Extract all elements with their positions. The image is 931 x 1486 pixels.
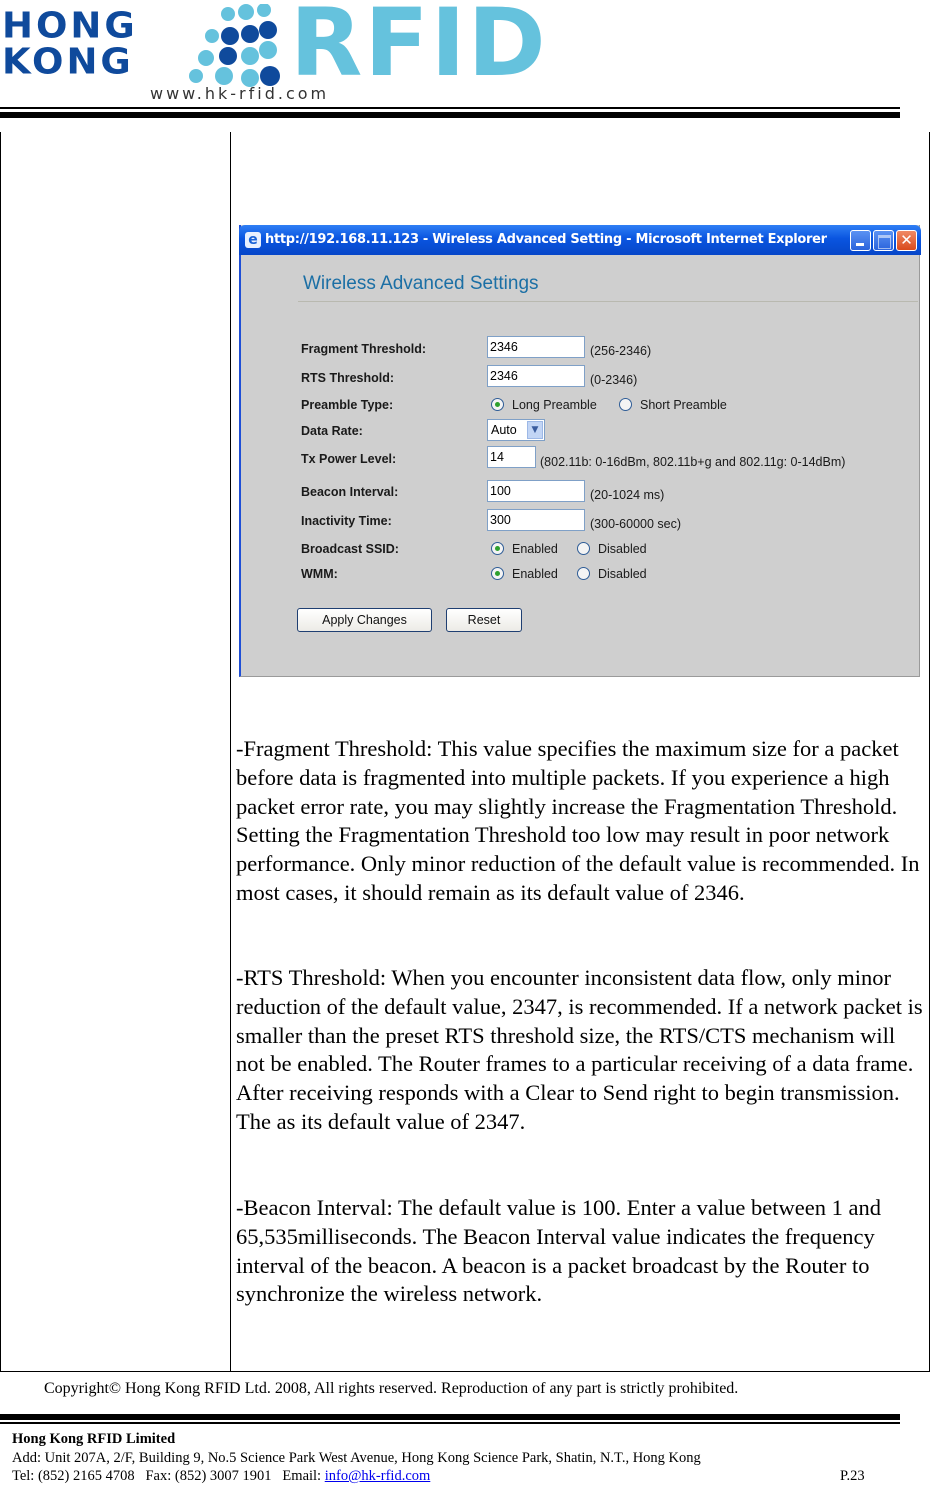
long-preamble-radio[interactable] <box>491 398 504 411</box>
table-border-left <box>0 132 1 1372</box>
rts-threshold-label: RTS Threshold: <box>301 371 395 385</box>
company-contact: Tel: (852) 2165 4708 Fax: (852) 3007 190… <box>12 1467 430 1485</box>
broadcast-ssid-disabled-label: Disabled <box>598 542 647 556</box>
chevron-down-icon[interactable]: ▼ <box>527 421 543 439</box>
company-logo: HONG KONG RFID www.hk-rfid.com <box>0 0 546 108</box>
wmm-disabled-label: Disabled <box>598 567 647 581</box>
table-border-right <box>929 132 930 1372</box>
data-rate-select[interactable]: Auto ▼ <box>487 419 545 441</box>
close-button[interactable]: ✕ <box>896 230 917 251</box>
email-link[interactable]: info@hk-rfid.com <box>325 1468 431 1484</box>
close-icon: ✕ <box>900 231 913 249</box>
header-rule-thin <box>0 107 900 109</box>
copyright-notice: Copyright© Hong Kong RFID Ltd. 2008, All… <box>44 1380 739 1397</box>
beacon-interval-description: -Beacon Interval: The default value is 1… <box>236 1195 881 1307</box>
preamble-type-label: Preamble Type: <box>301 398 394 412</box>
logo-line-kong: KONG <box>2 41 134 82</box>
company-name: Hong Kong RFID Limited <box>12 1431 176 1447</box>
page-number: P.23 <box>840 1468 865 1484</box>
fragment-threshold-description: -Fragment Threshold: This value specifie… <box>236 736 920 905</box>
header-rule-thick <box>0 112 900 118</box>
window-title: http://192.168.11.123 - Wireless Advance… <box>265 232 827 247</box>
tel-fax: Tel: (852) 2165 4708 Fax: (852) 3007 190… <box>12 1468 325 1484</box>
fragment-threshold-hint: (256-2346) <box>590 344 652 358</box>
footer-rule-thin <box>0 1422 900 1424</box>
wmm-label: WMM: <box>301 567 338 581</box>
long-preamble-label: Long Preamble <box>512 398 597 412</box>
logo-wordmark-hongkong: HONG KONG <box>2 5 138 82</box>
tx-power-level-hint: (802.11b: 0-16dBm, 802.11b+g and 802.11g… <box>540 455 846 469</box>
fragment-threshold-input[interactable]: 2346 <box>487 336 585 358</box>
maximize-button[interactable] <box>873 230 894 251</box>
broadcast-ssid-disabled-radio[interactable] <box>577 542 590 555</box>
beacon-interval-input[interactable]: 100 <box>487 480 585 502</box>
short-preamble-radio[interactable] <box>619 398 632 411</box>
footer-rule-thick <box>0 1414 900 1420</box>
tx-power-level-input[interactable]: 14 <box>487 446 536 468</box>
beacon-interval-label: Beacon Interval: <box>301 485 399 499</box>
tx-power-level-label: Tx Power Level: <box>301 452 397 466</box>
inactivity-time-label: Inactivity Time: <box>301 514 392 528</box>
rts-threshold-input[interactable]: 2346 <box>487 365 585 387</box>
heading-divider <box>298 301 918 302</box>
broadcast-ssid-enabled-label: Enabled <box>512 542 558 556</box>
short-preamble-label: Short Preamble <box>640 398 727 412</box>
logo-line-hong: HONG <box>2 5 138 46</box>
window-titlebar: e http://192.168.11.123 - Wireless Advan… <box>239 225 921 255</box>
reset-button[interactable]: Reset <box>446 608 522 632</box>
inactivity-time-hint: (300-60000 sec) <box>590 517 682 531</box>
beacon-interval-hint: (20-1024 ms) <box>590 488 665 502</box>
data-rate-value: Auto <box>491 423 517 437</box>
broadcast-ssid-enabled-radio[interactable] <box>491 542 504 555</box>
ie-window-screenshot: e http://192.168.11.123 - Wireless Advan… <box>239 225 921 677</box>
fragment-threshold-label: Fragment Threshold: <box>301 342 427 356</box>
page-heading: Wireless Advanced Settings <box>303 273 539 294</box>
wmm-enabled-label: Enabled <box>512 567 558 581</box>
table-column-divider <box>230 132 231 1372</box>
logo-dots-icon <box>189 4 280 87</box>
internet-explorer-icon: e <box>245 232 261 248</box>
minimize-button[interactable] <box>850 230 871 251</box>
table-border-bottom <box>0 1371 930 1372</box>
company-address: Add: Unit 207A, 2/F, Building 9, No.5 Sc… <box>12 1450 701 1466</box>
inactivity-time-input[interactable]: 300 <box>487 509 585 531</box>
logo-wordmark-rfid: RFID <box>290 0 548 98</box>
data-rate-label: Data Rate: <box>301 424 363 438</box>
broadcast-ssid-label: Broadcast SSID: <box>301 542 399 556</box>
apply-changes-button[interactable]: Apply Changes <box>297 608 432 632</box>
logo-url: www.hk-rfid.com <box>150 84 330 103</box>
wmm-enabled-radio[interactable] <box>491 567 504 580</box>
wmm-disabled-radio[interactable] <box>577 567 590 580</box>
rts-threshold-description: -RTS Threshold: When you encounter incon… <box>236 965 923 1134</box>
rts-threshold-hint: (0-2346) <box>590 373 638 387</box>
